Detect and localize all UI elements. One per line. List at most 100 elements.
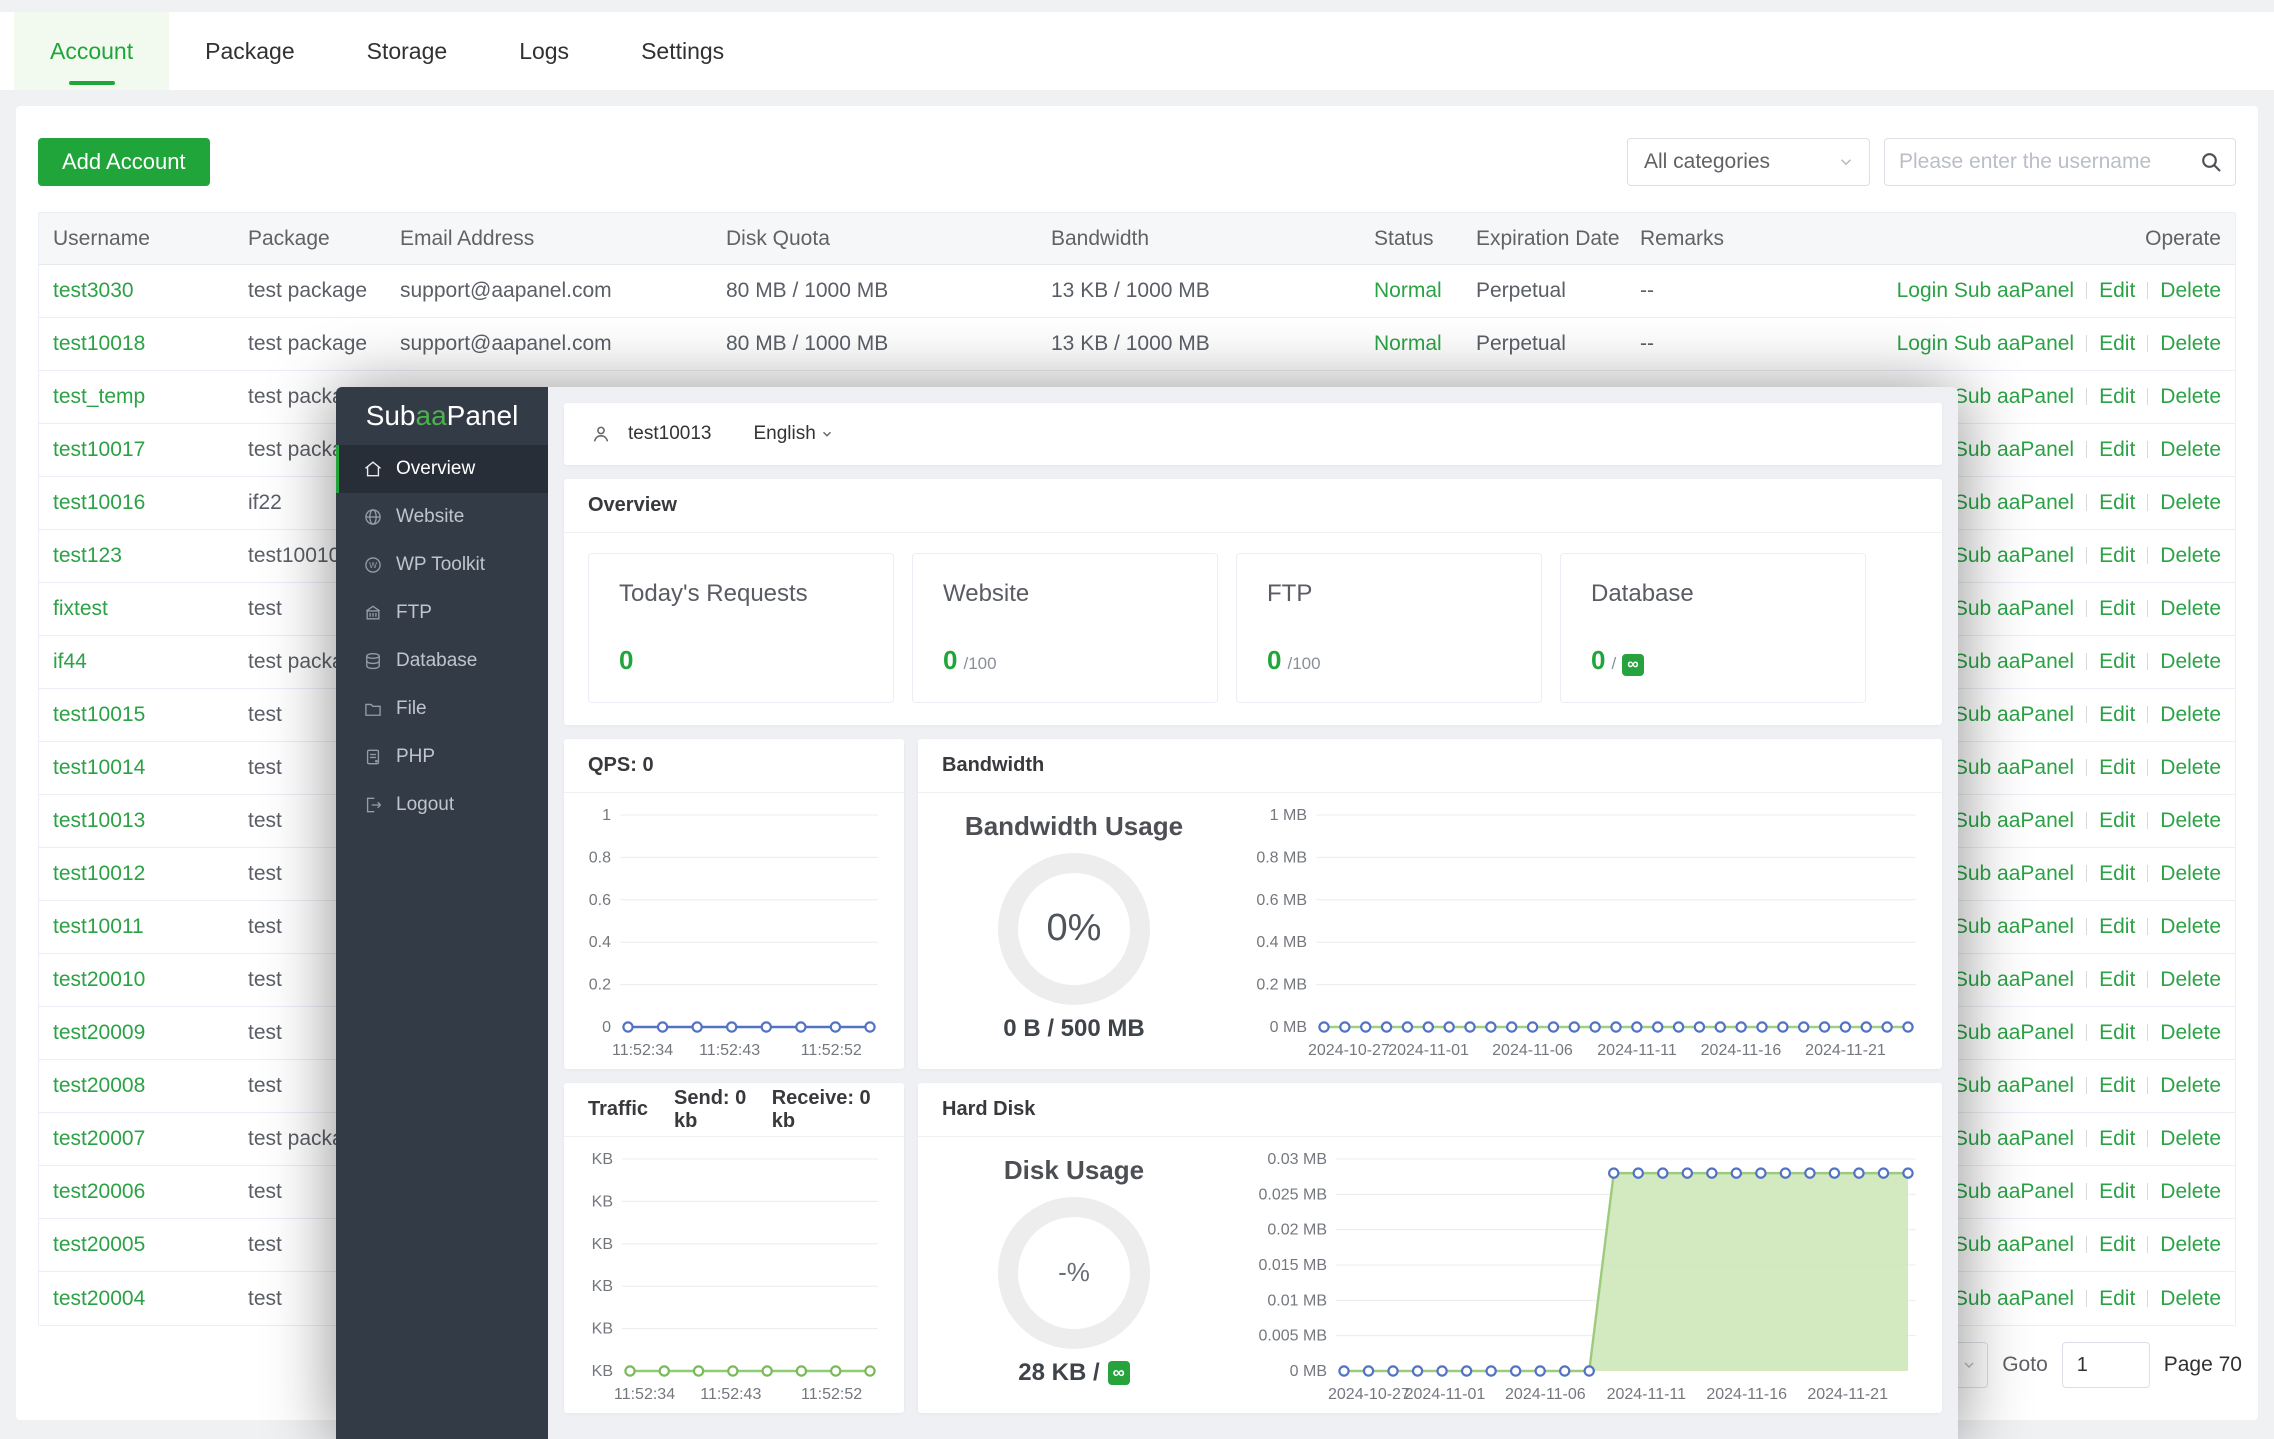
category-select[interactable]: All categories [1627,138,1870,186]
cell-username[interactable]: test20005 [53,1233,248,1257]
svg-text:0 MB: 0 MB [1270,1019,1307,1036]
stat-value: 0 [1267,645,1281,676]
svg-text:1 MB: 1 MB [1270,807,1307,824]
search-icon[interactable] [2199,150,2223,174]
divider [2086,653,2087,670]
sidebar-item-php[interactable]: PHP [336,733,548,781]
cell-username[interactable]: test10018 [53,332,248,356]
edit-link[interactable]: Edit [2099,703,2135,726]
delete-link[interactable]: Delete [2160,597,2221,620]
delete-link[interactable]: Delete [2160,1021,2221,1044]
delete-link[interactable]: Delete [2160,862,2221,885]
cell-username[interactable]: test20009 [53,1021,248,1045]
edit-link[interactable]: Edit [2099,862,2135,885]
logged-in-username: test10013 [628,423,711,445]
edit-link[interactable]: Edit [2099,1180,2135,1203]
divider [2086,1024,2087,1041]
sidebar-item-logout[interactable]: Logout [336,781,548,829]
edit-link[interactable]: Edit [2099,756,2135,779]
cell-username[interactable]: if44 [53,650,248,674]
delete-link[interactable]: Delete [2160,915,2221,938]
tab-settings[interactable]: Settings [605,12,760,90]
delete-link[interactable]: Delete [2160,1074,2221,1097]
edit-link[interactable]: Edit [2099,385,2135,408]
tab-storage[interactable]: Storage [331,12,484,90]
delete-link[interactable]: Delete [2160,279,2221,302]
cell-username[interactable]: test20007 [53,1127,248,1151]
delete-link[interactable]: Delete [2160,703,2221,726]
edit-link[interactable]: Edit [2099,332,2135,355]
delete-link[interactable]: Delete [2160,809,2221,832]
cell-username[interactable]: fixtest [53,597,248,621]
search-input[interactable] [1899,150,2199,174]
cell-username[interactable]: test_temp [53,385,248,409]
cell-bandwidth: 13 KB / 1000 MB [1051,279,1374,303]
tab-package[interactable]: Package [169,12,331,90]
sidebar-item-website[interactable]: Website [336,493,548,541]
edit-link[interactable]: Edit [2099,1021,2135,1044]
divider [2086,388,2087,405]
delete-link[interactable]: Delete [2160,544,2221,567]
edit-link[interactable]: Edit [2099,597,2135,620]
delete-link[interactable]: Delete [2160,1287,2221,1310]
svg-text:2024-11-16: 2024-11-16 [1701,1042,1782,1059]
edit-link[interactable]: Edit [2099,1287,2135,1310]
cell-username[interactable]: test20010 [53,968,248,992]
delete-link[interactable]: Delete [2160,650,2221,673]
delete-link[interactable]: Delete [2160,438,2221,461]
sidebar-item-database[interactable]: Database [336,637,548,685]
sidebar-item-file[interactable]: File [336,685,548,733]
cell-username[interactable]: test10013 [53,809,248,833]
tab-logs[interactable]: Logs [483,12,605,90]
edit-link[interactable]: Edit [2099,438,2135,461]
edit-link[interactable]: Edit [2099,544,2135,567]
svg-text:2024-11-16: 2024-11-16 [1706,1386,1787,1403]
edit-link[interactable]: Edit [2099,968,2135,991]
delete-link[interactable]: Delete [2160,1233,2221,1256]
edit-link[interactable]: Edit [2099,650,2135,673]
cell-username[interactable]: test10016 [53,491,248,515]
edit-link[interactable]: Edit [2099,915,2135,938]
delete-link[interactable]: Delete [2160,491,2221,514]
delete-link[interactable]: Delete [2160,332,2221,355]
user-icon [590,423,612,445]
disk-usage-summary: Disk Usage -% 28 KB /∞ [924,1141,1224,1409]
edit-link[interactable]: Edit [2099,1233,2135,1256]
edit-link[interactable]: Edit [2099,491,2135,514]
sub-aapanel-logo: Sub aaPanel [336,387,548,445]
cell-username[interactable]: test20006 [53,1180,248,1204]
cell-username[interactable]: test10011 [53,915,248,939]
cell-username[interactable]: test123 [53,544,248,568]
cell-username[interactable]: test20008 [53,1074,248,1098]
cell-username[interactable]: test20004 [53,1287,248,1311]
add-account-button[interactable]: Add Account [38,138,210,186]
delete-link[interactable]: Delete [2160,1180,2221,1203]
delete-link[interactable]: Delete [2160,968,2221,991]
login-sub-aapanel-link[interactable]: Login Sub aaPanel [1897,279,2075,302]
goto-label: Goto [2002,1353,2048,1377]
tab-settings-label: Settings [641,38,724,65]
cell-username[interactable]: test10014 [53,756,248,780]
svg-text:0.6: 0.6 [589,892,611,909]
sidebar-item-overview[interactable]: Overview [336,445,548,493]
edit-link[interactable]: Edit [2099,809,2135,832]
edit-link[interactable]: Edit [2099,1127,2135,1150]
sidebar-item-wp-toolkit[interactable]: W WP Toolkit [336,541,548,589]
cell-username[interactable]: test10017 [53,438,248,462]
goto-page-input[interactable] [2062,1342,2150,1388]
cell-username[interactable]: test3030 [53,279,248,303]
delete-link[interactable]: Delete [2160,385,2221,408]
tab-account[interactable]: Account [14,12,169,90]
edit-link[interactable]: Edit [2099,1074,2135,1097]
divider [2147,600,2148,617]
sidebar-item-ftp[interactable]: FTP [336,589,548,637]
col-status: Status [1374,227,1476,251]
delete-link[interactable]: Delete [2160,1127,2221,1150]
edit-link[interactable]: Edit [2099,279,2135,302]
login-sub-aapanel-link[interactable]: Login Sub aaPanel [1897,332,2075,355]
cell-username[interactable]: test10015 [53,703,248,727]
svg-text:0.6 MB: 0.6 MB [1256,892,1307,909]
language-select[interactable]: English [753,423,833,445]
delete-link[interactable]: Delete [2160,756,2221,779]
cell-username[interactable]: test10012 [53,862,248,886]
